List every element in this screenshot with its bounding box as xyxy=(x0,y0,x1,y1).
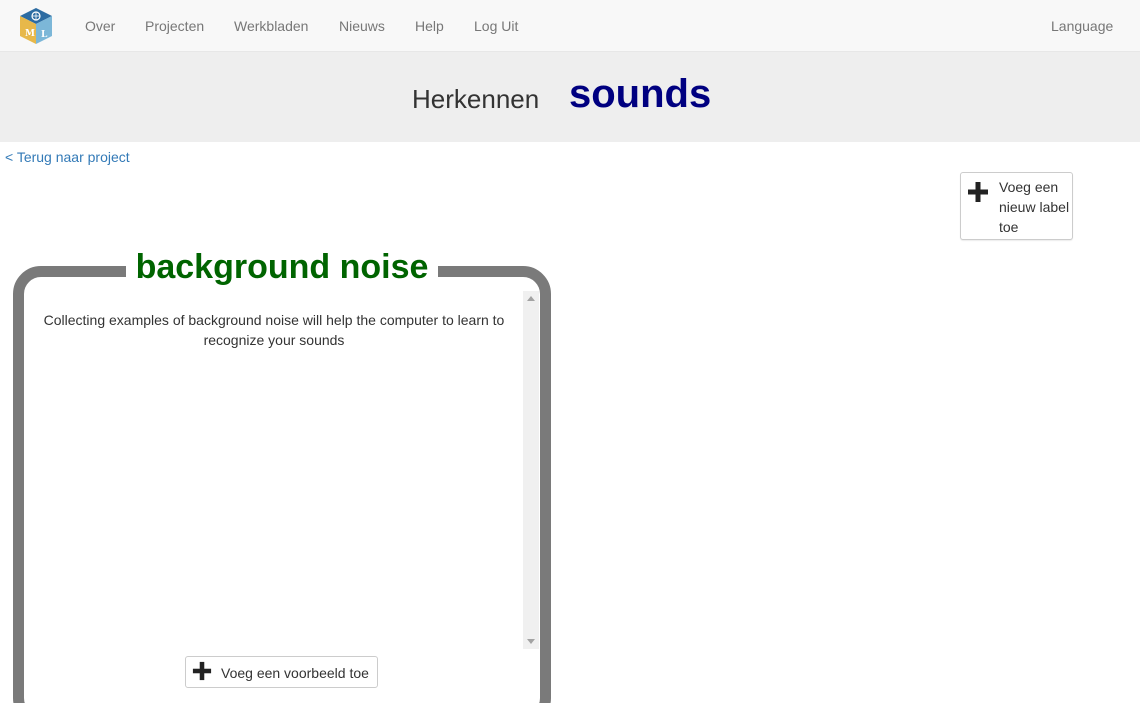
label-title[interactable]: background noise xyxy=(126,248,438,286)
back-to-project-link[interactable]: < Terug naar project xyxy=(5,149,130,165)
nav-help[interactable]: Help xyxy=(415,17,444,35)
language-menu[interactable]: Language xyxy=(1051,17,1113,35)
add-label-button-label: Voeg een nieuw label toe xyxy=(999,179,1070,235)
project-name: sounds xyxy=(569,72,712,116)
add-example-button[interactable]: Voeg een voorbeeld toe xyxy=(185,656,378,688)
navbar: M L Over Projecten Werkbladen Nieuws Hel… xyxy=(0,0,1140,52)
scroll-up-arrow-icon[interactable] xyxy=(527,296,535,301)
nav-werkbladen[interactable]: Werkbladen xyxy=(234,17,308,35)
label-description: Collecting examples of background noise … xyxy=(43,312,505,348)
scroll-down-arrow-icon[interactable] xyxy=(527,639,535,644)
nav-log-uit[interactable]: Log Uit xyxy=(474,17,518,35)
plus-icon xyxy=(192,661,212,681)
add-label-button[interactable]: Voeg een nieuw label toe xyxy=(960,172,1073,240)
plus-icon xyxy=(968,182,988,202)
card-scrollbar[interactable] xyxy=(523,291,539,649)
nav-over[interactable]: Over xyxy=(85,17,115,35)
nav-projecten[interactable]: Projecten xyxy=(145,17,204,35)
page-title: Herkennen xyxy=(412,84,540,114)
logo-letter-m: M xyxy=(25,29,35,39)
add-example-button-label: Voeg een voorbeeld toe xyxy=(221,665,369,681)
logo-letter-l: L xyxy=(41,30,48,40)
ml-logo-icon[interactable]: M L xyxy=(16,6,56,46)
nav-nieuws[interactable]: Nieuws xyxy=(339,17,385,35)
